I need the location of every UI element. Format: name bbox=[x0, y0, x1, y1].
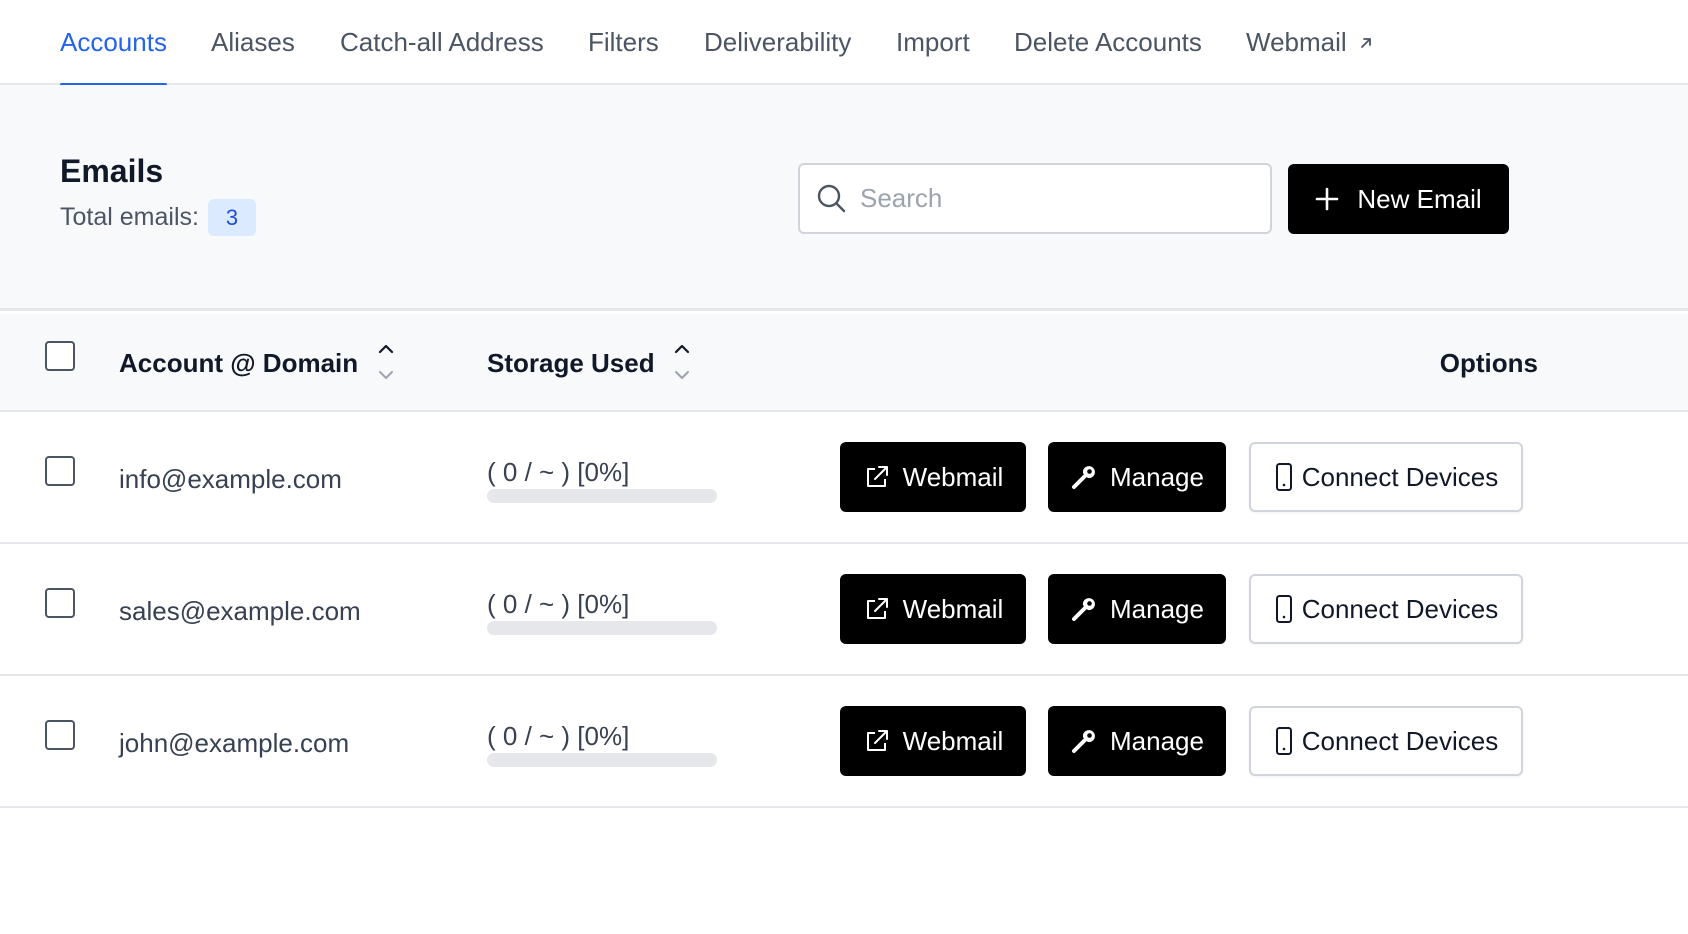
external-link-icon bbox=[863, 727, 891, 755]
tab-accounts[interactable]: Accounts bbox=[60, 0, 167, 87]
emails-header: Emails Total emails: 3 New Email bbox=[0, 85, 1688, 311]
connect-devices-button[interactable]: Connect Devices bbox=[1249, 442, 1523, 512]
manage-button[interactable]: Manage bbox=[1048, 706, 1226, 776]
account-email: sales@example.com bbox=[119, 596, 361, 626]
phone-icon bbox=[1274, 462, 1294, 492]
external-link-icon bbox=[863, 595, 891, 623]
connect-devices-label: Connect Devices bbox=[1301, 461, 1499, 492]
storage-used-text: ( 0 / ~ ) [0%] bbox=[487, 721, 630, 751]
phone-icon bbox=[1274, 594, 1294, 624]
connect-devices-button[interactable]: Connect Devices bbox=[1249, 574, 1523, 644]
tab-catch-all-address[interactable]: Catch-all Address bbox=[340, 0, 544, 85]
total-emails: Total emails: 3 bbox=[60, 199, 256, 236]
table-row: info@example.com ( 0 / ~ ) [0%] Webmail … bbox=[0, 412, 1688, 544]
new-email-label: New Email bbox=[1357, 183, 1482, 214]
tab-filters[interactable]: Filters bbox=[588, 0, 659, 85]
storage-used-text: ( 0 / ~ ) [0%] bbox=[487, 589, 630, 619]
webmail-button[interactable]: Webmail bbox=[840, 574, 1026, 644]
storage-progress-bar bbox=[487, 753, 717, 767]
row-checkbox[interactable] bbox=[45, 588, 75, 618]
tab-deliverability[interactable]: Deliverability bbox=[704, 0, 851, 85]
storage-progress-bar bbox=[487, 621, 717, 635]
tab-bar: Accounts Aliases Catch-all Address Filte… bbox=[0, 0, 1688, 87]
external-arrow-icon bbox=[1359, 36, 1373, 50]
search-input[interactable] bbox=[860, 183, 1240, 214]
total-emails-label: Total emails: bbox=[60, 203, 199, 231]
tab-delete-accounts[interactable]: Delete Accounts bbox=[1014, 0, 1202, 85]
page-title: Emails bbox=[60, 153, 164, 189]
connect-devices-label: Connect Devices bbox=[1301, 593, 1499, 624]
table-row: sales@example.com ( 0 / ~ ) [0%] Webmail… bbox=[0, 544, 1688, 676]
webmail-button[interactable]: Webmail bbox=[840, 442, 1026, 512]
tab-webmail[interactable]: Webmail bbox=[1246, 0, 1373, 85]
sort-storage-icon[interactable] bbox=[673, 342, 691, 382]
wrench-icon bbox=[1070, 595, 1098, 623]
wrench-icon bbox=[1070, 463, 1098, 491]
account-email: info@example.com bbox=[119, 464, 342, 494]
row-checkbox[interactable] bbox=[45, 720, 75, 750]
new-email-button[interactable]: New Email bbox=[1288, 164, 1509, 234]
search-box[interactable] bbox=[798, 163, 1272, 234]
external-link-icon bbox=[863, 463, 891, 491]
column-storage-used[interactable]: Storage Used bbox=[487, 348, 655, 379]
webmail-button-label: Webmail bbox=[902, 461, 1004, 492]
row-checkbox[interactable] bbox=[45, 456, 75, 486]
tab-aliases[interactable]: Aliases bbox=[211, 0, 295, 85]
column-options: Options bbox=[1439, 348, 1538, 378]
column-account-domain[interactable]: Account @ Domain bbox=[119, 348, 358, 379]
phone-icon bbox=[1274, 726, 1294, 756]
tab-import[interactable]: Import bbox=[896, 0, 970, 85]
table-header: Account @ Domain Storage Used Options bbox=[0, 314, 1688, 412]
select-all-checkbox[interactable] bbox=[45, 341, 75, 371]
total-count-badge: 3 bbox=[207, 199, 256, 236]
wrench-icon bbox=[1070, 727, 1098, 755]
connect-devices-button[interactable]: Connect Devices bbox=[1249, 706, 1523, 776]
plus-icon bbox=[1315, 187, 1339, 211]
manage-button-label: Manage bbox=[1110, 725, 1204, 756]
manage-button[interactable]: Manage bbox=[1048, 574, 1226, 644]
manage-button-label: Manage bbox=[1110, 461, 1204, 492]
storage-used-text: ( 0 / ~ ) [0%] bbox=[487, 457, 630, 487]
webmail-button-label: Webmail bbox=[902, 593, 1004, 624]
connect-devices-label: Connect Devices bbox=[1301, 725, 1499, 756]
search-icon bbox=[816, 183, 848, 215]
account-email: john@example.com bbox=[119, 728, 350, 758]
table-row: john@example.com ( 0 / ~ ) [0%] Webmail … bbox=[0, 676, 1688, 808]
webmail-button-label: Webmail bbox=[902, 725, 1004, 756]
manage-button-label: Manage bbox=[1110, 593, 1204, 624]
sort-account-icon[interactable] bbox=[377, 342, 395, 382]
manage-button[interactable]: Manage bbox=[1048, 442, 1226, 512]
storage-progress-bar bbox=[487, 489, 717, 503]
tab-webmail-label: Webmail bbox=[1246, 27, 1347, 57]
webmail-button[interactable]: Webmail bbox=[840, 706, 1026, 776]
